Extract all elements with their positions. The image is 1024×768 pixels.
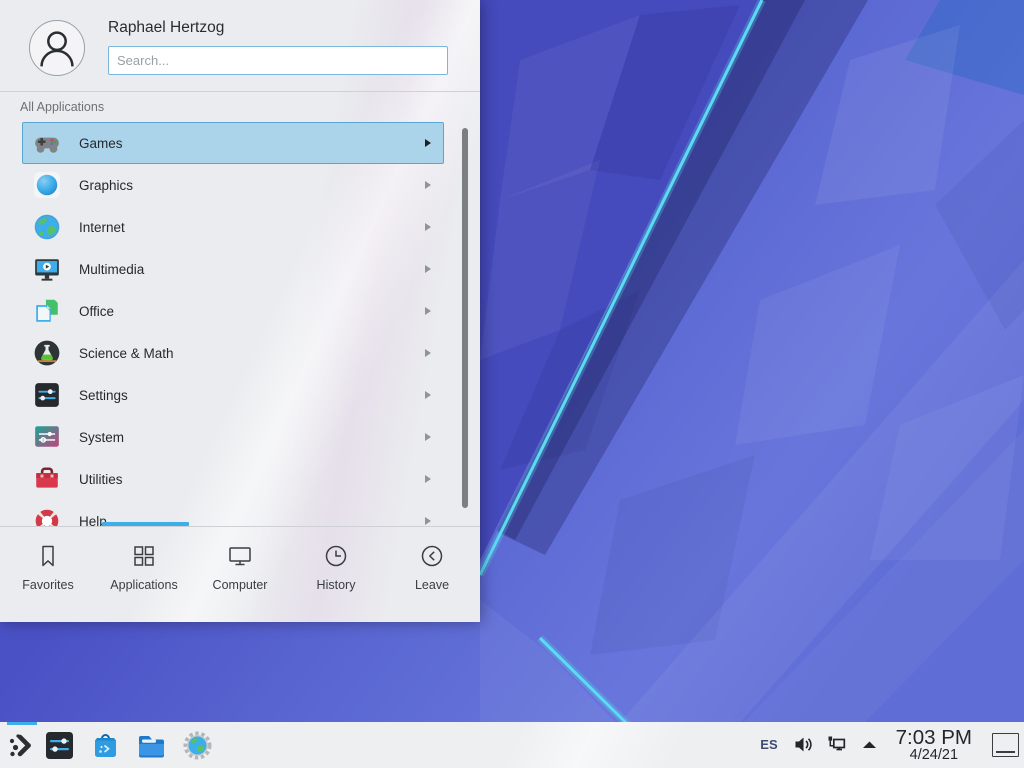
gamepad-icon — [33, 129, 61, 157]
history-clock-icon — [323, 543, 349, 569]
computer-icon — [227, 543, 253, 569]
search-input[interactable] — [108, 46, 448, 75]
user-name: Raphael Hertzog — [108, 19, 224, 37]
section-label: All Applications — [20, 100, 104, 114]
category-label: Games — [79, 136, 425, 151]
category-utilities[interactable]: Utilities — [22, 458, 444, 500]
chevron-right-icon — [425, 475, 431, 483]
clock-time: 7:03 PM — [896, 727, 972, 749]
system-settings-icon[interactable] — [44, 730, 75, 761]
graphics-ball-icon — [33, 171, 61, 199]
bookmark-icon — [35, 543, 61, 569]
tab-history[interactable]: History — [288, 527, 384, 622]
category-system[interactable]: System — [22, 416, 444, 458]
sliders-icon — [33, 381, 61, 409]
category-science-math[interactable]: Science & Math — [22, 332, 444, 374]
category-internet[interactable]: Internet — [22, 206, 444, 248]
tab-leave[interactable]: Leave — [384, 527, 480, 622]
launcher-footer-tabs: Favorites Applications — [0, 526, 480, 622]
office-documents-icon — [33, 297, 61, 325]
category-label: Internet — [79, 220, 425, 235]
category-office[interactable]: Office — [22, 290, 444, 332]
chevron-right-icon — [425, 433, 431, 441]
leave-icon — [419, 543, 445, 569]
flask-icon — [33, 339, 61, 367]
kde-launcher-icon — [7, 730, 37, 760]
tab-computer[interactable]: Computer — [192, 527, 288, 622]
chevron-right-icon — [425, 265, 431, 273]
user-avatar-icon[interactable] — [29, 20, 85, 76]
category-graphics[interactable]: Graphics — [22, 164, 444, 206]
category-label: Utilities — [79, 472, 425, 487]
category-multimedia[interactable]: Multimedia — [22, 248, 444, 290]
multimedia-monitor-icon — [33, 255, 61, 283]
category-label: Office — [79, 304, 425, 319]
chevron-right-icon — [425, 139, 431, 147]
taskbar-panel: ES 7:03 PM 4/24/21 — [0, 722, 1024, 768]
tab-label: Favorites — [22, 578, 73, 592]
launcher-header: Raphael Hertzog — [0, 0, 480, 92]
keyboard-layout-indicator[interactable]: ES — [760, 737, 777, 752]
active-tab-indicator — [102, 522, 189, 526]
chevron-right-icon — [425, 391, 431, 399]
chevron-right-icon — [425, 223, 431, 231]
lifebuoy-icon — [33, 507, 61, 526]
volume-icon[interactable] — [793, 734, 814, 755]
system-monitor-icon — [33, 423, 61, 451]
tab-label: History — [317, 578, 356, 592]
chevron-right-icon — [425, 181, 431, 189]
category-label: Multimedia — [79, 262, 425, 277]
launcher-active-indicator — [7, 722, 37, 725]
discover-icon[interactable] — [90, 730, 121, 761]
network-icon[interactable] — [826, 734, 847, 755]
category-games[interactable]: Games — [22, 122, 444, 164]
clock[interactable]: 7:03 PM 4/24/21 — [896, 727, 972, 764]
expand-arrow-icon[interactable] — [859, 734, 880, 755]
show-desktop-button[interactable] — [992, 733, 1019, 757]
globe-icon — [33, 213, 61, 241]
category-label: System — [79, 430, 425, 445]
tab-label: Computer — [213, 578, 268, 592]
grid-icon — [131, 543, 157, 569]
system-tray: ES 7:03 PM 4/24/21 — [760, 727, 1024, 764]
category-list: Games Graphics — [0, 122, 480, 526]
scrollbar[interactable] — [462, 128, 468, 508]
application-launcher-menu: Raphael Hertzog All Applications Games — [0, 0, 480, 622]
chevron-right-icon — [425, 307, 431, 315]
category-label: Settings — [79, 388, 425, 403]
category-help[interactable]: Help — [22, 500, 444, 526]
tab-label: Leave — [415, 578, 449, 592]
category-settings[interactable]: Settings — [22, 374, 444, 416]
category-label: Science & Math — [79, 346, 425, 361]
tab-favorites[interactable]: Favorites — [0, 527, 96, 622]
application-launcher-button[interactable] — [0, 722, 44, 768]
category-label: Graphics — [79, 178, 425, 193]
chevron-right-icon — [425, 517, 431, 525]
clock-date: 4/24/21 — [896, 748, 972, 763]
chevron-right-icon — [425, 349, 431, 357]
toolbox-icon — [33, 465, 61, 493]
web-browser-icon[interactable] — [182, 730, 213, 761]
tab-label: Applications — [110, 578, 177, 592]
tab-applications[interactable]: Applications — [96, 527, 192, 622]
desktop: Raphael Hertzog All Applications Games — [0, 0, 1024, 768]
file-manager-icon[interactable] — [136, 730, 167, 761]
